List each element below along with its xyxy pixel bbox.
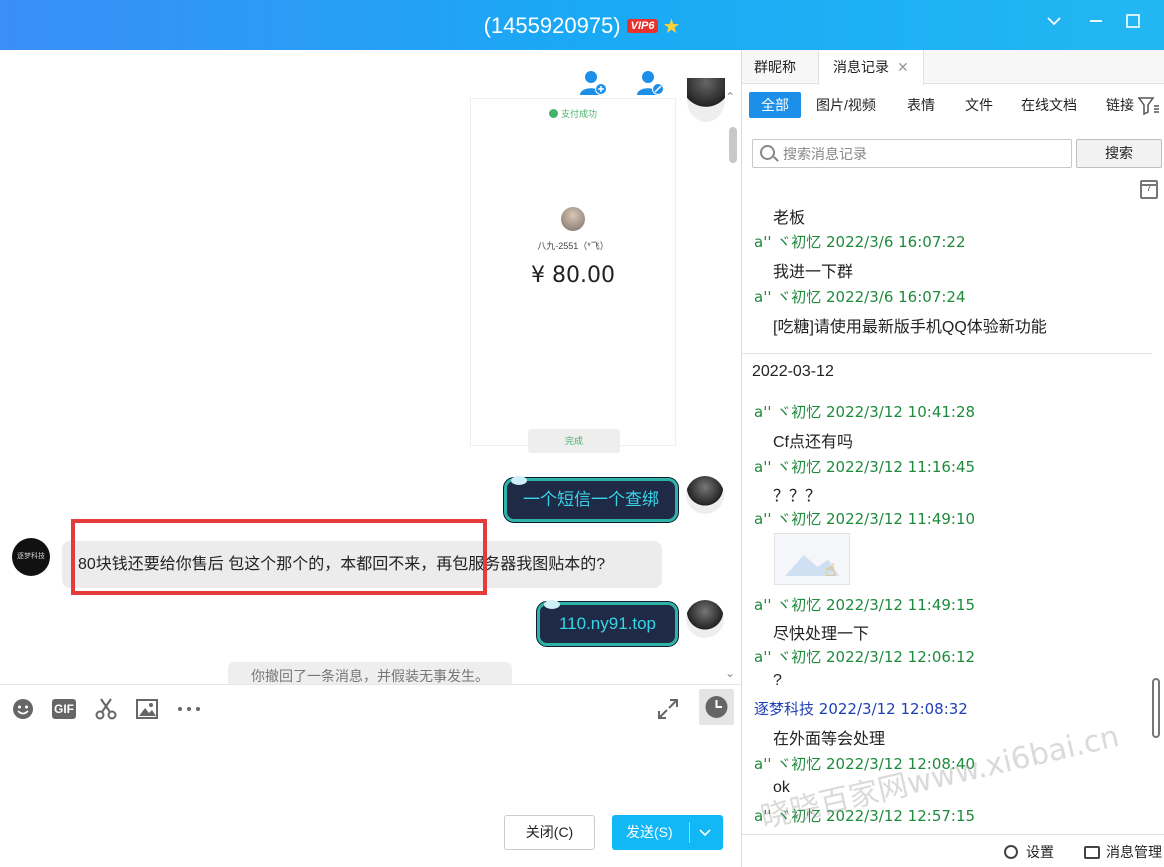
history-search-input[interactable]	[783, 140, 1063, 167]
search-button[interactable]: 搜索	[1076, 139, 1162, 168]
payment-status: 支付成功	[549, 107, 597, 120]
bubble-decoration	[511, 476, 527, 485]
scroll-up-arrow-icon[interactable]: ⌃	[725, 90, 735, 104]
message-bubble-outgoing[interactable]: 一个短信一个查绑	[504, 476, 678, 522]
settings-button[interactable]: 设置	[1004, 842, 1054, 862]
filter-images-videos[interactable]: 图片/视频	[816, 92, 876, 118]
record-text: 在外面等会处理	[773, 731, 886, 748]
highlight-annotation-box	[71, 519, 487, 595]
panel-tabs: 群昵称 消息记录 ✕	[742, 50, 1164, 85]
contact-avatar[interactable]: 逐梦科技	[12, 538, 50, 576]
receipt-done-button: 完成	[528, 429, 620, 453]
my-avatar[interactable]	[686, 476, 724, 514]
search-icon	[760, 145, 775, 160]
filter-funnel-icon[interactable]	[1137, 97, 1160, 116]
record-text: ？？？	[773, 488, 822, 505]
more-tools-icon[interactable]	[176, 697, 202, 721]
my-avatar-top[interactable]	[687, 78, 725, 122]
payee-name: 八九-2551（*飞）	[537, 241, 609, 251]
message-manager-button[interactable]: 消息管理	[1084, 842, 1162, 862]
date-separator	[742, 353, 1152, 354]
collapse-chevron-icon[interactable]	[1043, 12, 1065, 34]
history-search-field[interactable]	[752, 139, 1072, 168]
record-header: a'' ヾ初忆 2022/3/6 16:07:22	[754, 233, 966, 251]
filter-online-docs[interactable]: 在线文档	[1021, 92, 1077, 118]
invite-member-icon[interactable]	[578, 68, 608, 98]
record-header: a'' ヾ初忆 2022/3/12 11:49:15	[754, 596, 976, 614]
filter-all[interactable]: 全部	[749, 92, 801, 118]
send-button[interactable]: 发送(S)	[612, 815, 723, 850]
my-avatar[interactable]	[686, 600, 724, 638]
record-date: 2022-03-12	[752, 363, 834, 380]
bubble-decoration	[544, 600, 560, 609]
image-icon[interactable]	[134, 697, 160, 721]
message-history-clock-icon[interactable]	[699, 689, 734, 725]
close-button[interactable]: 关闭(C)	[504, 815, 595, 850]
gear-icon	[1004, 845, 1018, 859]
record-header-self: 逐梦科技 2022/3/12 12:08:32	[754, 700, 968, 718]
message-manager-icon	[1084, 846, 1100, 859]
window-title: (1455920975)	[483, 13, 621, 39]
record-header: a'' ヾ初忆 2022/3/12 10:41:28	[754, 403, 976, 421]
records-scrollbar[interactable]	[1152, 678, 1160, 738]
maximize-button[interactable]	[1122, 12, 1144, 34]
record-text: 老板	[773, 210, 806, 227]
message-text: 一个短信一个查绑	[523, 490, 659, 509]
tab-group-nickname[interactable]: 群昵称	[754, 50, 796, 84]
filter-files[interactable]: 文件	[965, 92, 993, 118]
record-text: 我进一下群	[773, 264, 854, 281]
record-header: a'' ヾ初忆 2022/3/12 11:49:10	[754, 510, 976, 528]
message-text: 110.ny91.top	[558, 614, 657, 633]
minimize-button[interactable]	[1085, 12, 1107, 34]
record-header: a'' ヾ初忆 2022/3/12 12:06:12	[754, 648, 976, 666]
close-tab-icon[interactable]: ✕	[897, 59, 909, 75]
record-header: a'' ヾ初忆 2022/3/12 11:16:45	[754, 458, 976, 476]
remove-member-icon[interactable]	[635, 68, 665, 98]
pointer-hand-icon: ☝	[825, 560, 836, 580]
calendar-icon[interactable]: 7	[1140, 180, 1158, 199]
filter-links[interactable]: 链接	[1106, 92, 1134, 118]
record-text: 尽快处理一下	[773, 626, 870, 643]
recall-notice: 你撤回了一条消息，并假装无事发生。	[228, 662, 512, 684]
filter-stickers[interactable]: 表情	[907, 92, 935, 118]
star-icon: ★	[662, 15, 681, 38]
title-bar: (1455920975) VIP6 ★	[0, 0, 1164, 50]
input-toolbar: GIF	[0, 684, 741, 732]
record-filters: 全部 图片/视频 表情 文件 在线文档 链接	[742, 92, 1164, 120]
payment-amount: ¥ 80.00	[531, 263, 615, 288]
gif-icon[interactable]: GIF	[52, 699, 76, 719]
message-input-area[interactable]: 关闭(C) 发送(S)	[0, 732, 741, 867]
check-circle-icon	[549, 109, 558, 118]
record-header: a'' ヾ初忆 2022/3/6 16:07:24	[754, 288, 966, 306]
chat-message-area[interactable]: ⌃ 支付成功 八九-2551（*飞） ¥ 80.00 完成 一个短信一个查绑 逐…	[0, 50, 741, 684]
chat-scrollbar[interactable]	[729, 127, 737, 163]
record-text: [吃糖]请使用最新版手机QQ体验新功能	[773, 319, 1047, 336]
scroll-down-arrow-icon[interactable]: ⌄	[725, 666, 735, 680]
window-title-group: (1455920975) VIP6 ★	[0, 12, 1164, 39]
payee-avatar	[561, 207, 585, 231]
send-options-chevron-icon[interactable]	[698, 815, 712, 864]
record-image-thumbnail[interactable]: ☝	[774, 533, 850, 585]
vip-badge: VIP6	[626, 19, 659, 34]
record-text: ?	[773, 672, 782, 689]
panel-footer: 设置 消息管理	[742, 834, 1164, 867]
expand-input-icon[interactable]	[655, 697, 681, 721]
screenshot-scissors-icon[interactable]	[93, 697, 119, 721]
emoji-icon[interactable]	[10, 697, 36, 721]
message-bubble-outgoing-link[interactable]: 110.ny91.top	[537, 600, 678, 646]
send-divider	[689, 822, 690, 843]
record-text: Cf点还有吗	[773, 434, 854, 451]
tab-message-history[interactable]: 消息记录 ✕	[818, 50, 924, 85]
payment-receipt-image[interactable]: 支付成功 八九-2551（*飞） ¥ 80.00 完成	[470, 98, 676, 453]
send-label: 发送(S)	[626, 824, 673, 840]
